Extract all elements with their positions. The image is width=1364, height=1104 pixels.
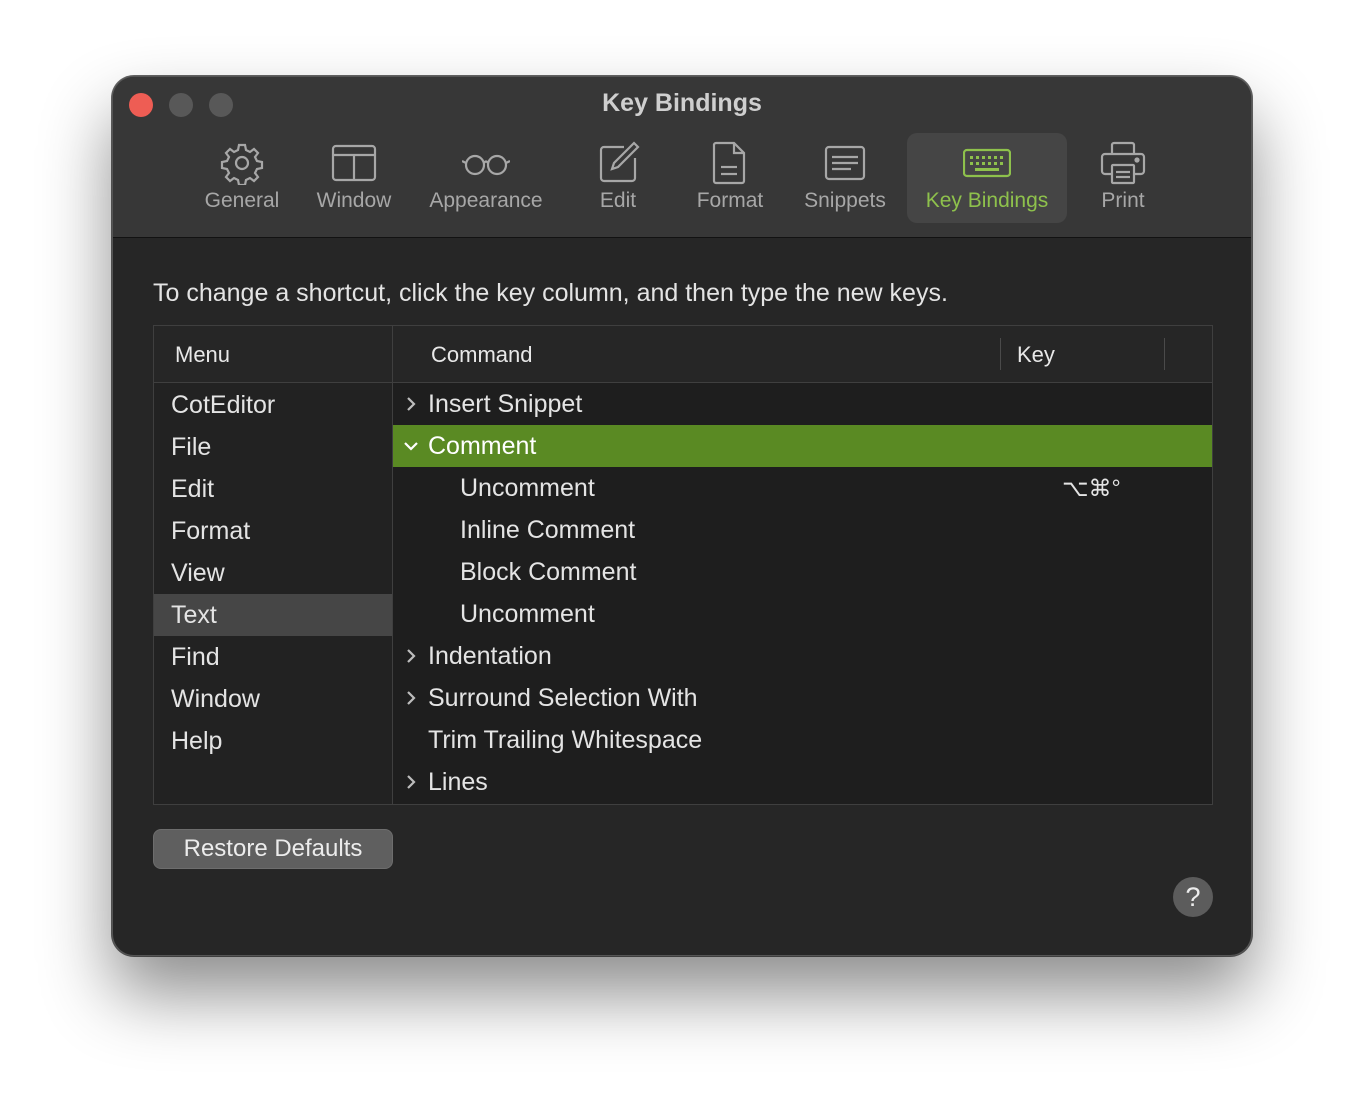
command-row[interactable]: Block Comment: [393, 551, 1212, 593]
glasses-icon: [462, 154, 510, 176]
menu-column-header[interactable]: Menu: [154, 326, 392, 383]
command-label: Insert Snippet: [428, 390, 583, 418]
snippets-icon: [824, 145, 866, 181]
command-label: Uncomment: [460, 600, 595, 628]
toolbar-label: Edit: [599, 189, 637, 212]
toolbar-general[interactable]: General: [193, 133, 291, 223]
toolbar-appearance[interactable]: Appearance: [417, 133, 555, 223]
chevron-right-icon[interactable]: [404, 396, 418, 412]
command-row[interactable]: Indentation: [393, 635, 1212, 677]
command-row[interactable]: Comment: [393, 425, 1212, 467]
command-row[interactable]: Uncomment ⌥⌘°: [393, 467, 1212, 509]
menu-item-format[interactable]: Format: [154, 510, 392, 552]
command-column-header: Command Key: [393, 326, 1212, 383]
command-row[interactable]: Insert Snippet: [393, 383, 1212, 425]
command-outline: Insert Snippet Comment Uncomment ⌥⌘° Inline …: [393, 383, 1212, 803]
command-row[interactable]: Uncomment: [393, 593, 1212, 635]
chevron-right-icon[interactable]: [404, 690, 418, 706]
command-label: Uncomment: [460, 474, 595, 502]
toolbar-label: Snippets: [804, 189, 886, 212]
toolbar-key-bindings[interactable]: Key Bindings: [907, 133, 1067, 223]
toolbar-edit[interactable]: Edit: [569, 133, 667, 223]
command-label: Trim Trailing Whitespace: [428, 726, 703, 754]
menu-item-window[interactable]: Window: [154, 678, 392, 720]
command-row[interactable]: Lines: [393, 761, 1212, 803]
menu-item-edit[interactable]: Edit: [154, 468, 392, 510]
command-row[interactable]: Surround Selection With: [393, 677, 1212, 719]
window-icon: [331, 144, 377, 182]
menu-item-help[interactable]: Help: [154, 720, 392, 762]
help-button[interactable]: ?: [1173, 877, 1213, 917]
command-row[interactable]: Trim Trailing Whitespace: [393, 719, 1212, 761]
menu-list: CotEditor File Edit Format View Text Find Windo…: [154, 384, 392, 762]
chevron-down-icon[interactable]: [404, 438, 418, 454]
restore-defaults-button[interactable]: Restore Defaults: [153, 829, 393, 869]
command-label: Block Comment: [460, 558, 637, 586]
command-row[interactable]: Inline Comment: [393, 509, 1212, 551]
menu-item-text[interactable]: Text: [154, 594, 392, 636]
toolbar-label: Key Bindings: [925, 189, 1049, 212]
toolbar-label: Window: [316, 189, 392, 212]
toolbar-label: Appearance: [429, 189, 543, 212]
menu-item-file[interactable]: File: [154, 426, 392, 468]
toolbar-label: Format: [696, 189, 764, 212]
column-divider[interactable]: [1000, 338, 1001, 370]
titlebar: Key Bindings General Window Appearance E…: [113, 77, 1251, 238]
command-label: Lines: [428, 768, 488, 796]
toolbar-snippets[interactable]: Snippets: [793, 133, 897, 223]
toolbar-print[interactable]: Print: [1079, 133, 1167, 223]
toolbar-format[interactable]: Format: [681, 133, 779, 223]
printer-icon: [1100, 141, 1146, 185]
command-label: Indentation: [428, 642, 552, 670]
toolbar-window[interactable]: Window: [305, 133, 403, 223]
command-label: Comment: [428, 432, 537, 460]
toolbar-label: General: [204, 189, 280, 212]
command-label: Inline Comment: [460, 516, 636, 544]
menu-header-label: Menu: [175, 342, 231, 367]
key-header-label[interactable]: Key: [1017, 342, 1055, 368]
pencil-square-icon: [599, 141, 640, 183]
gear-icon: [220, 143, 264, 185]
instruction-text: To change a shortcut, click the key colu…: [153, 279, 948, 307]
menu-item-find[interactable]: Find: [154, 636, 392, 678]
window-title: Key Bindings: [602, 89, 762, 117]
keyboard-icon: [963, 148, 1011, 178]
command-pane: Command Key Insert Snippet Comment Uncomme…: [393, 326, 1212, 804]
document-icon: [712, 141, 746, 185]
menu-pane: Menu CotEditor File Edit Format View Text Find…: [154, 326, 393, 804]
key-bindings-table: Menu CotEditor File Edit Format View Text Find…: [153, 325, 1213, 805]
preferences-window: Key Bindings General Window Appearance E…: [112, 76, 1252, 956]
chevron-right-icon[interactable]: [404, 774, 418, 790]
menu-item-coteditor[interactable]: CotEditor: [154, 384, 392, 426]
command-header-label[interactable]: Command: [431, 342, 532, 368]
command-label: Surround Selection With: [428, 684, 698, 712]
toolbar-label: Print: [1101, 189, 1145, 212]
key-cell[interactable]: ⌥⌘°: [1062, 467, 1121, 509]
chevron-right-icon[interactable]: [404, 648, 418, 664]
column-divider[interactable]: [1164, 338, 1165, 370]
menu-item-view[interactable]: View: [154, 552, 392, 594]
